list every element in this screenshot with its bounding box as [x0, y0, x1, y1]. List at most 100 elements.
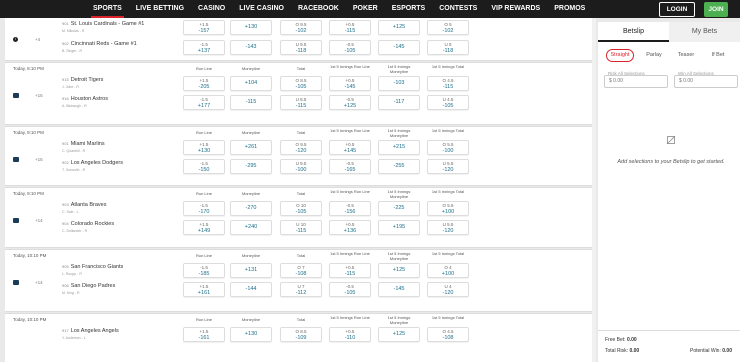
- f5-total-cell[interactable]: O 4 +100: [427, 263, 469, 278]
- risk-all-input[interactable]: $ 0.00: [604, 75, 668, 88]
- f5-run-line-cell[interactable]: +0.5 +145: [329, 140, 371, 155]
- moneyline-cell[interactable]: +104: [230, 76, 272, 91]
- nav-item-promos[interactable]: PROMOS: [554, 0, 585, 18]
- login-button[interactable]: LOGIN: [659, 2, 695, 17]
- total-cell[interactable]: O 8.5 -105: [280, 76, 322, 91]
- run-line-cell[interactable]: -1.5 +177: [183, 95, 225, 110]
- more-markets-count[interactable]: +14: [35, 218, 43, 223]
- moneyline-cell[interactable]: -143: [230, 40, 272, 55]
- f5-moneyline-cell[interactable]: -255: [378, 159, 420, 174]
- team-name[interactable]: 902 Los Angeles Dodgers: [62, 160, 123, 166]
- team-name[interactable]: 905 San Francisco Giants: [62, 264, 123, 270]
- total-cell[interactable]: U 7 -112: [280, 282, 322, 297]
- f5-moneyline-cell[interactable]: -225: [378, 201, 420, 216]
- f5-total-cell[interactable]: U 4.5 -105: [427, 95, 469, 110]
- run-line-cell[interactable]: -1.5 -185: [183, 263, 225, 278]
- team-name[interactable]: 917 Los Angeles Angels: [62, 328, 119, 334]
- bet-type-straight[interactable]: Straight: [606, 49, 634, 62]
- more-markets-count[interactable]: +15: [35, 93, 43, 98]
- total-cell[interactable]: O 10 -105: [280, 201, 322, 216]
- join-button[interactable]: JOIN: [704, 2, 728, 17]
- team-name[interactable]: 901 Miami Marlins: [62, 141, 105, 147]
- f5-run-line-cell[interactable]: -0.5 +125: [329, 95, 371, 110]
- tv-icon[interactable]: [13, 93, 19, 98]
- nav-item-live-casino[interactable]: LIVE CASINO: [239, 0, 284, 18]
- team-name[interactable]: 902 Cincinnati Reds - Game #1: [62, 41, 137, 47]
- total-cell[interactable]: U 10 -115: [280, 220, 322, 235]
- run-line-cell[interactable]: -1.5 -150: [183, 159, 225, 174]
- total-cell[interactable]: O 9.5 -102: [280, 20, 322, 35]
- moneyline-cell[interactable]: -115: [230, 95, 272, 110]
- total-cell[interactable]: O 7 -108: [280, 263, 322, 278]
- nav-item-poker[interactable]: POKER: [353, 0, 378, 18]
- nav-item-casino[interactable]: CASINO: [198, 0, 225, 18]
- run-line-cell[interactable]: -1.5 -170: [183, 201, 225, 216]
- nav-item-racebook[interactable]: RACEBOOK: [298, 0, 339, 18]
- run-line-cell[interactable]: +1.5 -161: [183, 327, 225, 342]
- tab-my-bets[interactable]: My Bets: [669, 22, 740, 42]
- bet-type-parlay[interactable]: Parlay: [642, 49, 666, 62]
- f5-moneyline-cell[interactable]: +125: [378, 263, 420, 278]
- bet-type-teaser[interactable]: Teaser: [674, 49, 698, 62]
- f5-moneyline-cell[interactable]: -145: [378, 40, 420, 55]
- nav-item-live-betting[interactable]: LIVE BETTING: [136, 0, 184, 18]
- team-name[interactable]: 906 San Diego Padres: [62, 283, 115, 289]
- f5-run-line-cell[interactable]: +0.5 -145: [329, 76, 371, 91]
- f5-total-cell[interactable]: O 4.5 -108: [427, 327, 469, 342]
- more-markets-count[interactable]: +15: [35, 157, 43, 162]
- run-line-cell[interactable]: +1.5 -157: [183, 20, 225, 35]
- f5-moneyline-cell[interactable]: +125: [378, 327, 420, 342]
- f5-total-cell[interactable]: U 5.5 -120: [427, 220, 469, 235]
- f5-total-cell[interactable]: O 5.5 -100: [427, 140, 469, 155]
- win-all-input[interactable]: $ 0.00: [674, 75, 738, 88]
- run-line-cell[interactable]: +1.5 +130: [183, 140, 225, 155]
- more-markets-count[interactable]: +14: [35, 280, 43, 285]
- nav-item-esports[interactable]: ESPORTS: [392, 0, 425, 18]
- moneyline-cell[interactable]: -144: [230, 282, 272, 297]
- f5-run-line-cell[interactable]: +0.5 -110: [329, 327, 371, 342]
- team-name[interactable]: 901 St. Louis Cardinals - Game #1: [62, 21, 144, 27]
- f5-total-cell[interactable]: U 5 -118: [427, 40, 469, 55]
- f5-run-line-cell[interactable]: +0.5 -115: [329, 20, 371, 35]
- total-cell[interactable]: U 8.5 -115: [280, 95, 322, 110]
- f5-run-line-cell[interactable]: +0.5 -115: [329, 263, 371, 278]
- run-line-cell[interactable]: -1.5 +137: [183, 40, 225, 55]
- f5-moneyline-cell[interactable]: -117: [378, 95, 420, 110]
- total-cell[interactable]: U 9.5 -100: [280, 159, 322, 174]
- scrollbar[interactable]: [592, 18, 596, 362]
- bet-type-if-bet[interactable]: If Bet: [706, 49, 730, 62]
- total-cell[interactable]: O 9.5 -120: [280, 140, 322, 155]
- f5-run-line-cell[interactable]: -0.5 -156: [329, 201, 371, 216]
- run-line-cell[interactable]: +1.5 -205: [183, 76, 225, 91]
- nav-item-vip-rewards[interactable]: VIP REWARDS: [491, 0, 540, 18]
- tv-icon[interactable]: [13, 218, 19, 223]
- f5-moneyline-cell[interactable]: +125: [378, 20, 420, 35]
- f5-total-cell[interactable]: U 4 -120: [427, 282, 469, 297]
- run-line-cell[interactable]: +1.5 +161: [183, 282, 225, 297]
- run-line-cell[interactable]: +1.5 +149: [183, 220, 225, 235]
- moneyline-cell[interactable]: -295: [230, 159, 272, 174]
- more-markets-count[interactable]: +4: [35, 37, 40, 42]
- f5-run-line-cell[interactable]: -0.5 -105: [329, 40, 371, 55]
- moneyline-cell[interactable]: +261: [230, 140, 272, 155]
- team-name[interactable]: 903 Atlanta Braves: [62, 202, 106, 208]
- moneyline-cell[interactable]: +131: [230, 263, 272, 278]
- f5-run-line-cell[interactable]: -0.5 -105: [329, 282, 371, 297]
- tab-betslip[interactable]: Betslip: [598, 22, 669, 42]
- moneyline-cell[interactable]: -270: [230, 201, 272, 216]
- f5-moneyline-cell[interactable]: +195: [378, 220, 420, 235]
- tv-icon[interactable]: [13, 280, 19, 285]
- f5-moneyline-cell[interactable]: +215: [378, 140, 420, 155]
- info-icon[interactable]: i: [13, 37, 18, 42]
- total-cell[interactable]: O 8.5 -109: [280, 327, 322, 342]
- moneyline-cell[interactable]: +130: [230, 20, 272, 35]
- f5-total-cell[interactable]: U 5.5 -120: [427, 159, 469, 174]
- f5-total-cell[interactable]: O 4.5 -115: [427, 76, 469, 91]
- f5-moneyline-cell[interactable]: -145: [378, 282, 420, 297]
- f5-total-cell[interactable]: O 5.5 +100: [427, 201, 469, 216]
- moneyline-cell[interactable]: +130: [230, 327, 272, 342]
- tv-icon[interactable]: [13, 157, 19, 162]
- nav-item-contests[interactable]: CONTESTS: [439, 0, 477, 18]
- f5-total-cell[interactable]: O 5 -102: [427, 20, 469, 35]
- team-name[interactable]: 904 Colorado Rockies: [62, 221, 114, 227]
